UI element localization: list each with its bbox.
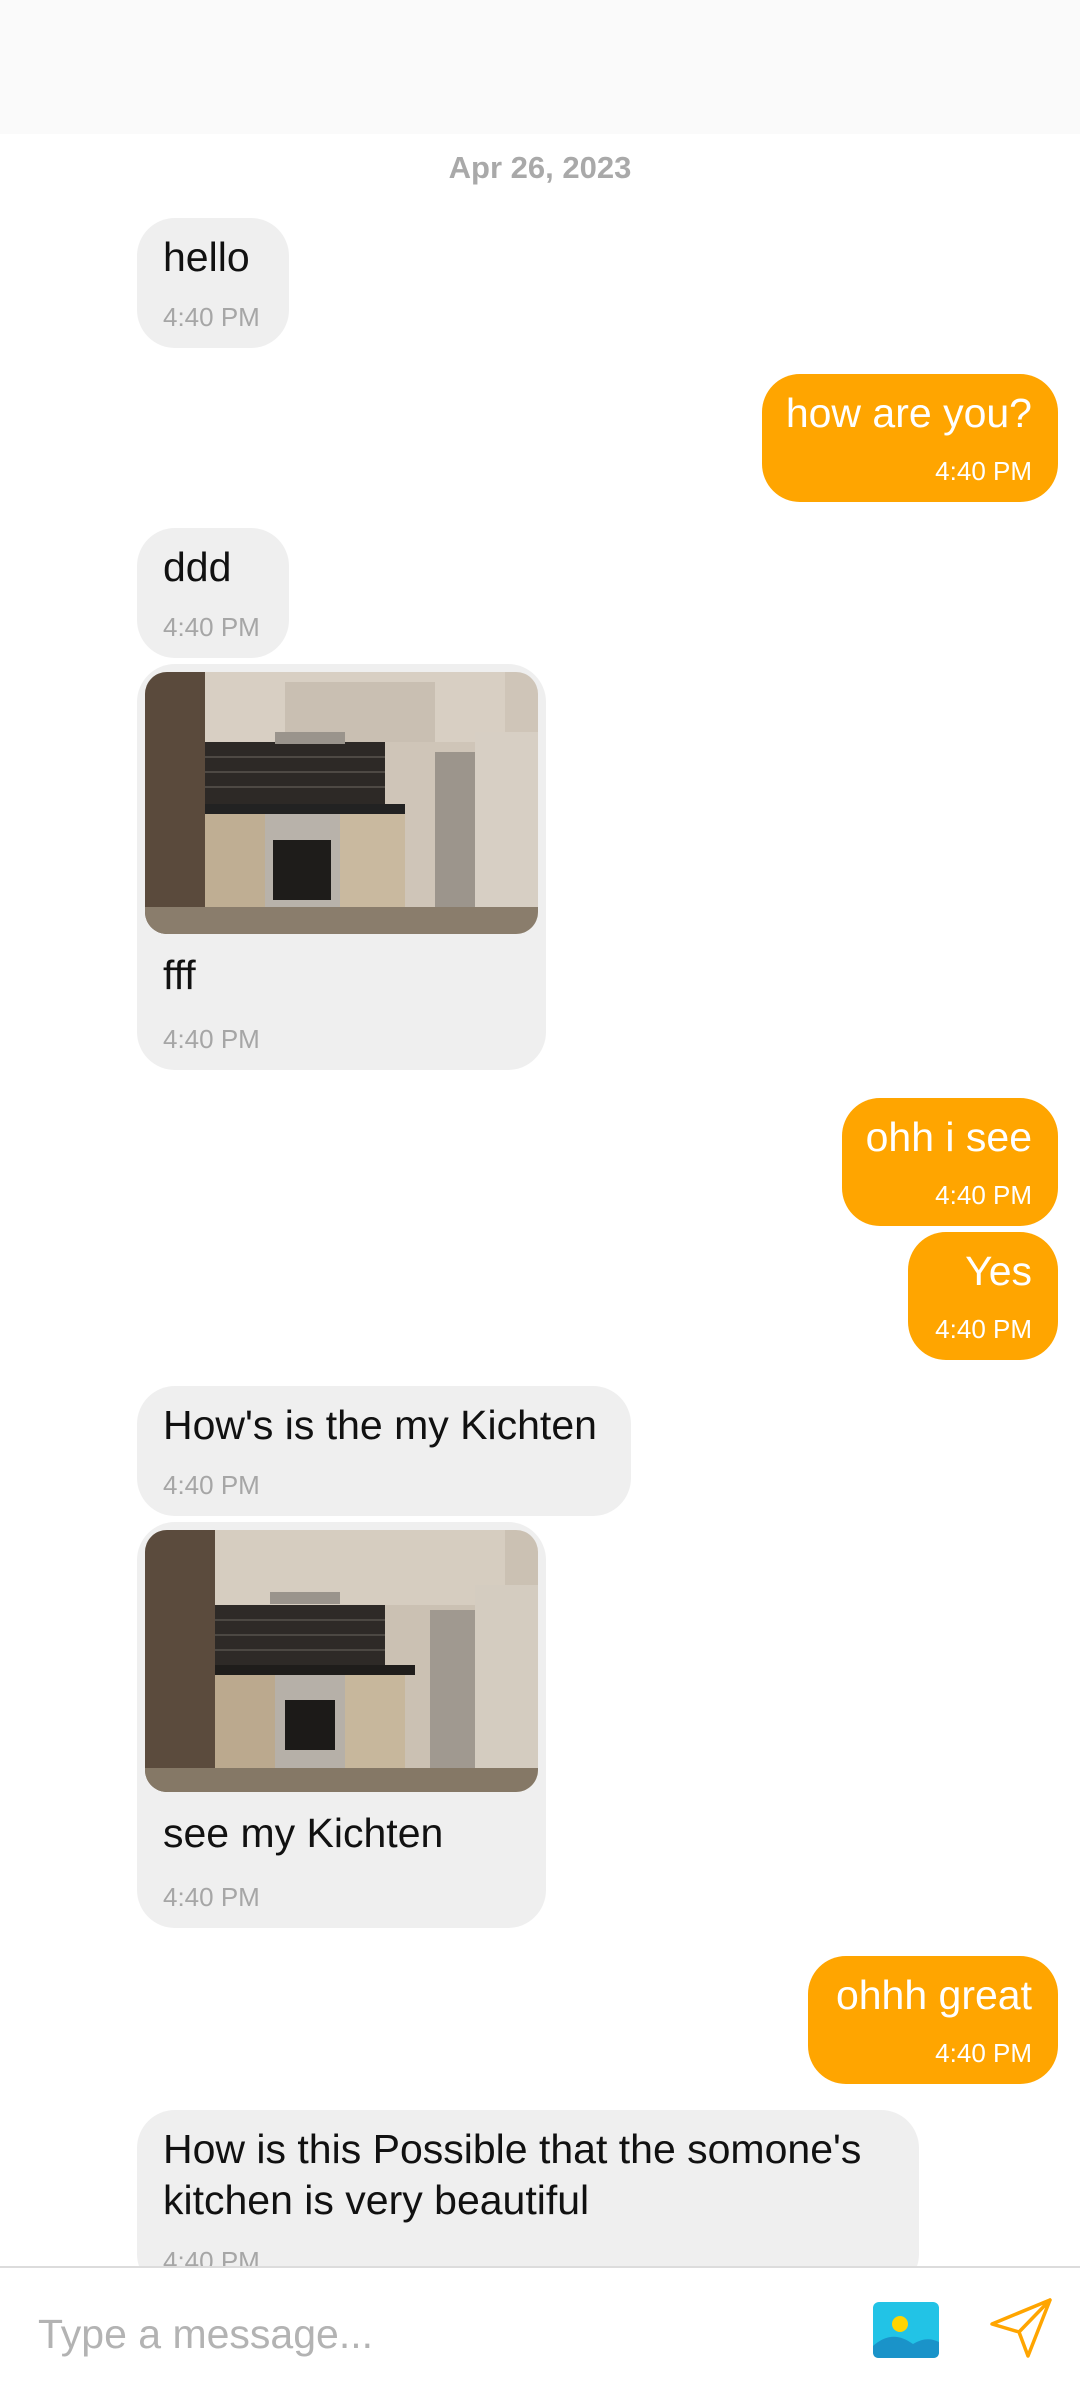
- message-input[interactable]: [36, 2298, 820, 2370]
- message-list[interactable]: Apr 26, 2023 hello 4:40 PM how are you? …: [0, 134, 1080, 2266]
- message-text: ohhh great: [835, 1972, 1032, 2018]
- date-separator: Apr 26, 2023: [448, 150, 632, 185]
- chat-header: [0, 0, 1080, 134]
- image-message-bubble[interactable]: fff 4:40 PM: [137, 664, 546, 1070]
- message-time: 4:40 PM: [935, 2038, 1032, 2068]
- message-time: 4:40 PM: [935, 1314, 1032, 1344]
- kitchen-photo[interactable]: [145, 672, 538, 934]
- message-time: 4:40 PM: [163, 1024, 260, 1054]
- message-text: ohh i see: [865, 1114, 1032, 1160]
- message-time: 4:40 PM: [163, 1470, 260, 1500]
- message-time: 4:40 PM: [163, 1882, 260, 1912]
- message-text: hello: [163, 234, 250, 280]
- message-text: fff: [163, 952, 196, 998]
- message-text: see my Kichten: [163, 1810, 444, 1856]
- message-time: 4:40 PM: [163, 302, 260, 332]
- message-time: 4:40 PM: [935, 456, 1032, 486]
- kitchen-photo[interactable]: [145, 1530, 538, 1792]
- image-gallery-icon[interactable]: [873, 2302, 939, 2358]
- chat-screen: Apr 26, 2023 hello 4:40 PM how are you? …: [0, 0, 1080, 2400]
- message-text: ddd: [163, 544, 232, 590]
- message-bubble-outgoing[interactable]: Yes 4:40 PM: [908, 1232, 1058, 1360]
- message-bubble-outgoing[interactable]: ohh i see 4:40 PM: [842, 1098, 1058, 1226]
- message-time: 4:40 PM: [935, 1180, 1032, 1210]
- message-bubble-incoming[interactable]: How is this Possible that the somone's k…: [137, 2110, 919, 2266]
- message-text: how are you?: [785, 390, 1032, 436]
- message-composer: [0, 2266, 1080, 2400]
- message-text: How is this Possible that the somone's k…: [163, 2126, 862, 2223]
- send-icon[interactable]: [988, 2294, 1056, 2362]
- message-bubble-incoming[interactable]: How's is the my Kichten 4:40 PM: [137, 1386, 631, 1516]
- message-text: Yes: [965, 1248, 1032, 1294]
- message-bubble-outgoing[interactable]: ohhh great 4:40 PM: [808, 1956, 1058, 2084]
- message-bubble-incoming[interactable]: ddd 4:40 PM: [137, 528, 289, 658]
- image-message-bubble[interactable]: see my Kichten 4:40 PM: [137, 1522, 546, 1928]
- message-bubble-outgoing[interactable]: how are you? 4:40 PM: [762, 374, 1058, 502]
- message-time: 4:40 PM: [163, 2246, 260, 2266]
- message-text: How's is the my Kichten: [163, 1402, 597, 1448]
- message-bubble-incoming[interactable]: hello 4:40 PM: [137, 218, 289, 348]
- message-time: 4:40 PM: [163, 612, 260, 642]
